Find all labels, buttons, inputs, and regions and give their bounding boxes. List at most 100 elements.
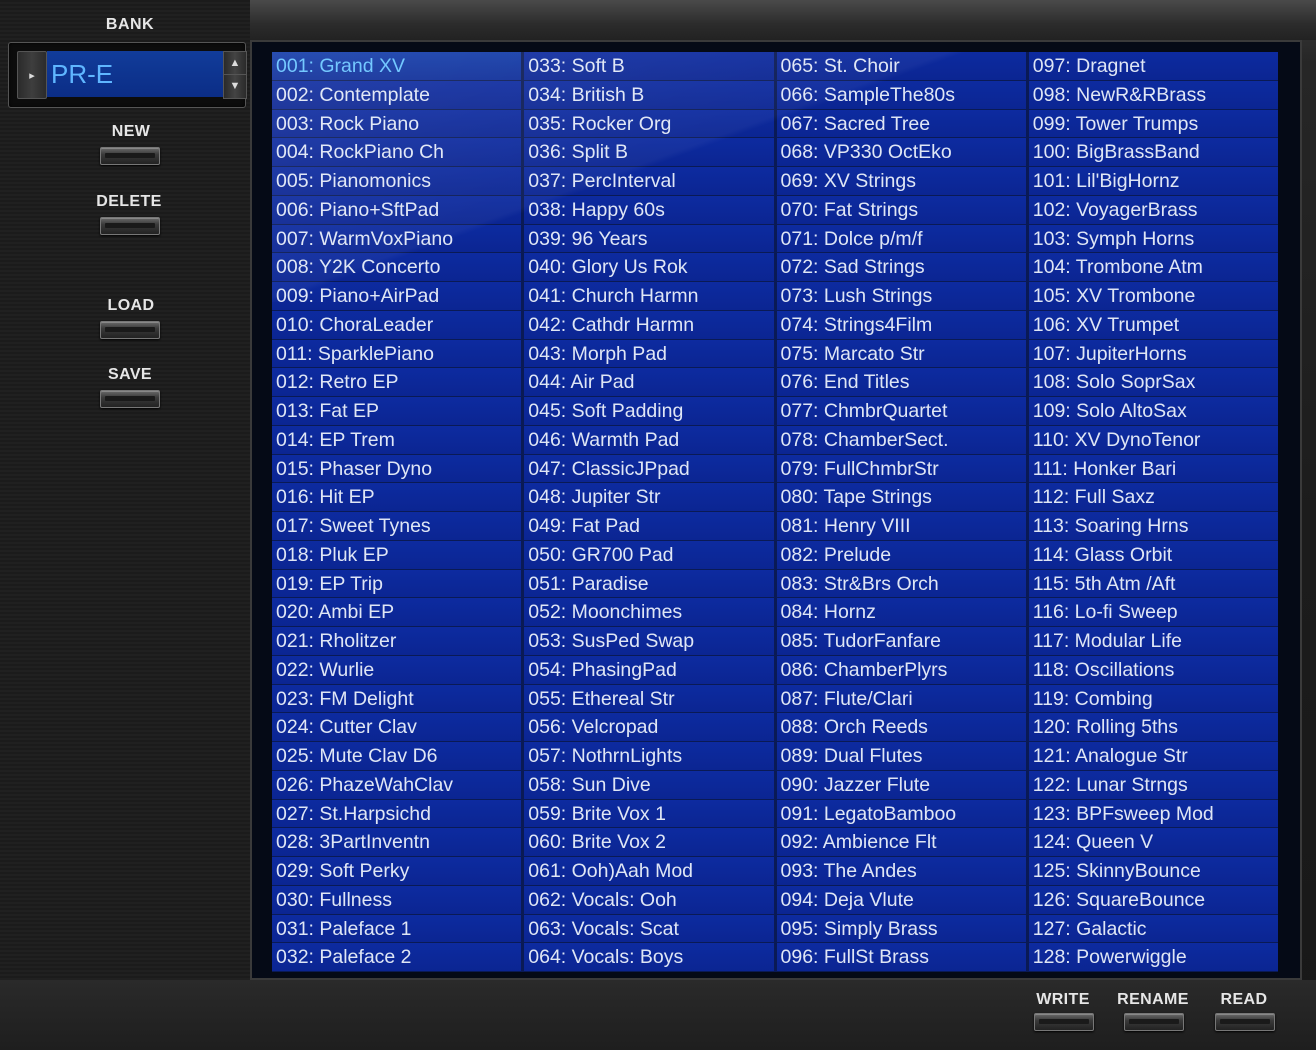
patch-list-item[interactable]: 055: Ethereal Str	[524, 684, 774, 713]
patch-list-item[interactable]: 008: Y2K Concerto	[272, 253, 522, 281]
patch-list-item[interactable]: 091: LegatoBamboo	[776, 799, 1026, 828]
patch-list-item[interactable]: 020: Ambi EP	[272, 598, 522, 626]
patch-list-item[interactable]: 050: GR700 Pad	[524, 540, 774, 569]
patch-list-item[interactable]: 001: Grand XV	[272, 52, 522, 80]
patch-list-item[interactable]: 044: Air Pad	[524, 368, 774, 396]
patch-list-item[interactable]: 027: St.Harpsichd	[272, 799, 522, 828]
patch-list-item[interactable]: 028: 3PartInventn	[272, 828, 522, 856]
patch-list-item[interactable]: 080: Tape Strings	[776, 483, 1026, 511]
patch-list-item[interactable]: 007: WarmVoxPiano	[272, 224, 522, 253]
patch-list-item[interactable]: 035: Rocker Org	[524, 109, 774, 138]
patch-list-item[interactable]: 097: Dragnet	[1028, 52, 1278, 80]
patch-list-item[interactable]: 048: Jupiter Str	[524, 483, 774, 511]
patch-list-item[interactable]: 117: Modular Life	[1028, 627, 1278, 655]
patch-list-item[interactable]: 102: VoyagerBrass	[1028, 195, 1278, 224]
patch-list-item[interactable]: 021: Rholitzer	[272, 627, 522, 655]
patch-list-item[interactable]: 030: Fullness	[272, 885, 522, 914]
write-button[interactable]	[1034, 1013, 1094, 1031]
patch-list-item[interactable]: 079: FullChmbrStr	[776, 454, 1026, 483]
patch-list-item[interactable]: 107: JupiterHorns	[1028, 339, 1278, 368]
patch-list-item[interactable]: 081: Henry VIII	[776, 512, 1026, 540]
patch-list-item[interactable]: 124: Queen V	[1028, 828, 1278, 856]
patch-list-item[interactable]: 126: SquareBounce	[1028, 885, 1278, 914]
bank-value-display[interactable]: PR-E	[47, 51, 227, 97]
patch-list-item[interactable]: 065: St. Choir	[776, 52, 1026, 80]
patch-list-item[interactable]: 019: EP Trip	[272, 569, 522, 598]
patch-list-item[interactable]: 109: Solo AltoSax	[1028, 397, 1278, 425]
patch-list-item[interactable]: 054: PhasingPad	[524, 655, 774, 684]
patch-list-item[interactable]: 105: XV Trombone	[1028, 282, 1278, 310]
patch-list-item[interactable]: 033: Soft B	[524, 52, 774, 80]
patch-list-item[interactable]: 039: 96 Years	[524, 224, 774, 253]
patch-list-item[interactable]: 077: ChmbrQuartet	[776, 397, 1026, 425]
patch-list-item[interactable]: 016: Hit EP	[272, 483, 522, 511]
patch-list-item[interactable]: 071: Dolce p/m/f	[776, 224, 1026, 253]
patch-list-item[interactable]: 012: Retro EP	[272, 368, 522, 396]
patch-list-item[interactable]: 067: Sacred Tree	[776, 109, 1026, 138]
patch-list-item[interactable]: 122: Lunar Strngs	[1028, 770, 1278, 799]
triangle-up-icon[interactable]: ▲	[224, 52, 246, 75]
patch-list-item[interactable]: 072: Sad Strings	[776, 253, 1026, 281]
patch-list-item[interactable]: 031: Paleface 1	[272, 914, 522, 943]
patch-list-item[interactable]: 036: Split B	[524, 138, 774, 166]
patch-list-item[interactable]: 090: Jazzer Flute	[776, 770, 1026, 799]
patch-list-item[interactable]: 098: NewR&RBrass	[1028, 80, 1278, 109]
patch-list-item[interactable]: 108: Solo SoprSax	[1028, 368, 1278, 396]
patch-list-item[interactable]: 068: VP330 OctEko	[776, 138, 1026, 166]
patch-list-item[interactable]: 094: Deja Vlute	[776, 885, 1026, 914]
patch-list-item[interactable]: 110: XV DynoTenor	[1028, 425, 1278, 454]
patch-list-item[interactable]: 082: Prelude	[776, 540, 1026, 569]
patch-list-item[interactable]: 083: Str&Brs Orch	[776, 569, 1026, 598]
patch-list-item[interactable]: 057: NothrnLights	[524, 742, 774, 770]
patch-list-item[interactable]: 074: Strings4Film	[776, 310, 1026, 339]
patch-list-item[interactable]: 123: BPFsweep Mod	[1028, 799, 1278, 828]
patch-list-item[interactable]: 120: Rolling 5ths	[1028, 713, 1278, 741]
patch-list-item[interactable]: 060: Brite Vox 2	[524, 828, 774, 856]
patch-list-item[interactable]: 002: Contemplate	[272, 80, 522, 109]
new-button[interactable]	[100, 147, 160, 165]
patch-list-item[interactable]: 029: Soft Perky	[272, 857, 522, 885]
patch-list-item[interactable]: 121: Analogue Str	[1028, 742, 1278, 770]
patch-list-item[interactable]: 017: Sweet Tynes	[272, 512, 522, 540]
patch-list-item[interactable]: 058: Sun Dive	[524, 770, 774, 799]
patch-list-item[interactable]: 004: RockPiano Ch	[272, 138, 522, 166]
patch-list-item[interactable]: 112: Full Saxz	[1028, 483, 1278, 511]
read-button[interactable]	[1215, 1013, 1275, 1031]
patch-list-item[interactable]: 014: EP Trem	[272, 425, 522, 454]
patch-list-item[interactable]: 084: Hornz	[776, 598, 1026, 626]
patch-list-item[interactable]: 032: Paleface 2	[272, 943, 522, 971]
patch-list-item[interactable]: 078: ChamberSect.	[776, 425, 1026, 454]
patch-list-item[interactable]: 076: End Titles	[776, 368, 1026, 396]
patch-list-item[interactable]: 006: Piano+SftPad	[272, 195, 522, 224]
patch-list-item[interactable]: 045: Soft Padding	[524, 397, 774, 425]
patch-list-item[interactable]: 015: Phaser Dyno	[272, 454, 522, 483]
patch-list-item[interactable]: 070: Fat Strings	[776, 195, 1026, 224]
patch-list-item[interactable]: 125: SkinnyBounce	[1028, 857, 1278, 885]
patch-list-item[interactable]: 088: Orch Reeds	[776, 713, 1026, 741]
patch-list-item[interactable]: 056: Velcropad	[524, 713, 774, 741]
patch-list-item[interactable]: 049: Fat Pad	[524, 512, 774, 540]
patch-list-item[interactable]: 010: ChoraLeader	[272, 310, 522, 339]
patch-list-item[interactable]: 099: Tower Trumps	[1028, 109, 1278, 138]
patch-list-item[interactable]: 106: XV Trumpet	[1028, 310, 1278, 339]
patch-list-item[interactable]: 096: FullSt Brass	[776, 943, 1026, 971]
patch-list-item[interactable]: 013: Fat EP	[272, 397, 522, 425]
load-button[interactable]	[100, 321, 160, 339]
patch-list-item[interactable]: 009: Piano+AirPad	[272, 282, 522, 310]
patch-list-item[interactable]: 025: Mute Clav D6	[272, 742, 522, 770]
patch-list-item[interactable]: 075: Marcato Str	[776, 339, 1026, 368]
delete-button[interactable]	[100, 217, 160, 235]
patch-list-item[interactable]: 119: Combing	[1028, 684, 1278, 713]
patch-list-item[interactable]: 073: Lush Strings	[776, 282, 1026, 310]
triangle-down-icon[interactable]: ▼	[224, 75, 246, 97]
patch-list-item[interactable]: 101: Lil'BigHornz	[1028, 167, 1278, 195]
patch-list-item[interactable]: 046: Warmth Pad	[524, 425, 774, 454]
patch-list-item[interactable]: 118: Oscillations	[1028, 655, 1278, 684]
patch-list-item[interactable]: 043: Morph Pad	[524, 339, 774, 368]
patch-list-item[interactable]: 052: Moonchimes	[524, 598, 774, 626]
patch-list-item[interactable]: 064: Vocals: Boys	[524, 943, 774, 971]
patch-list-item[interactable]: 047: ClassicJPpad	[524, 454, 774, 483]
patch-list-item[interactable]: 104: Trombone Atm	[1028, 253, 1278, 281]
patch-list-item[interactable]: 026: PhazeWahClav	[272, 770, 522, 799]
patch-list-item[interactable]: 011: SparklePiano	[272, 339, 522, 368]
